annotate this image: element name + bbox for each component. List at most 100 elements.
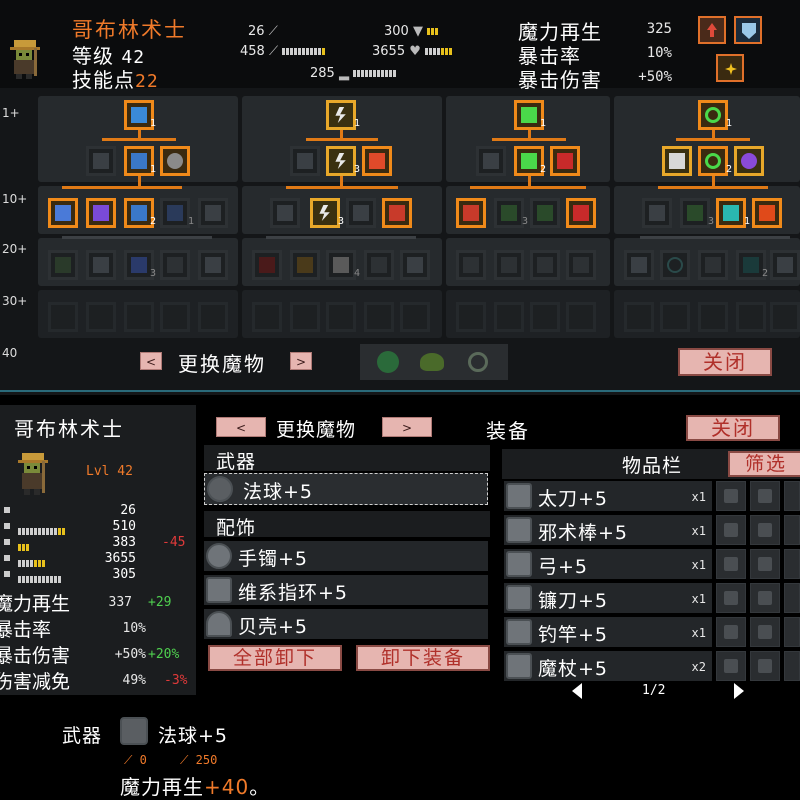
skill-g1-r4c1[interactable] [48,302,78,332]
accessory-slot-2[interactable]: 维系指环+5 [204,575,488,605]
skill-g1-r2c4[interactable] [160,198,190,228]
skill-g2-r4c1[interactable] [252,302,282,332]
inventory-grid-cell[interactable] [784,549,800,579]
skill-g3-r2c4[interactable] [566,198,596,228]
skill-g2-r1c2[interactable] [326,146,356,176]
buff-shield-icon[interactable] [734,16,762,44]
next-monster-button[interactable]: > [290,352,312,370]
inventory-grid-cell[interactable] [750,651,780,681]
skill-g3-r4c4[interactable] [566,302,596,332]
inventory-grid-cell[interactable] [716,583,746,613]
unequip-button[interactable]: 卸下装备 [356,645,490,671]
skill-g4-r2c3[interactable] [716,198,746,228]
inventory-grid-cell[interactable] [716,651,746,681]
skill-g4-r3c3[interactable] [698,250,728,280]
inventory-grid-cell[interactable] [716,617,746,647]
inventory-grid-cell[interactable] [750,515,780,545]
skill-g2-r2c3[interactable] [346,198,376,228]
inventory-grid-cell[interactable] [750,481,780,511]
skill-g4-top[interactable] [698,100,728,130]
inventory-grid-cell[interactable] [750,549,780,579]
skill-g1-r3c1[interactable] [48,250,78,280]
prev-monster-button[interactable]: < [140,352,162,370]
skill-g1-r4c3[interactable] [124,302,154,332]
skill-g1-r4c2[interactable] [86,302,116,332]
skill-g1-r2c2[interactable] [86,198,116,228]
skill-g3-r4c1[interactable] [456,302,486,332]
skill-g4-r4c5[interactable] [770,302,800,332]
skill-g4-r2c1[interactable] [642,198,672,228]
skill-g2-r2c2[interactable] [310,198,340,228]
inventory-grid-cell[interactable] [716,481,746,511]
skill-g4-r4c3[interactable] [698,302,728,332]
skill-g4-r3c2[interactable] [660,250,690,280]
skill-g3-r1c1[interactable] [476,146,506,176]
skill-g3-r2c2[interactable] [494,198,524,228]
skill-g1-r3c4[interactable] [160,250,190,280]
equipped-weapon-slot[interactable]: 法球+5 [204,473,488,505]
skill-g3-r2c3[interactable] [530,198,560,228]
skill-g4-r3c1[interactable] [624,250,654,280]
monster-slot-3[interactable] [464,348,492,376]
inventory-item-1[interactable]: 太刀+5 x1 [504,481,712,511]
skill-g2-r3c2[interactable] [290,250,320,280]
filter-button[interactable]: 筛选 [728,451,800,477]
skill-g4-r1c1[interactable] [662,146,692,176]
monster-slot-1[interactable] [374,348,402,376]
skill-g1-r1c3[interactable] [160,146,190,176]
skill-g2-top[interactable] [326,100,356,130]
skill-g4-r3c5[interactable] [770,250,800,280]
skill-g2-r4c4[interactable] [364,302,394,332]
skill-g4-r2c4[interactable] [752,198,782,228]
skill-g3-r4c3[interactable] [530,302,560,332]
skill-g2-r1c3[interactable] [362,146,392,176]
close-equipment-button[interactable]: 关闭 [686,415,780,441]
skill-g1-r3c2[interactable] [86,250,116,280]
skill-g2-r3c4[interactable] [364,250,394,280]
skill-g4-r1c2[interactable] [698,146,728,176]
page-prev-arrow[interactable] [572,683,582,699]
skill-g1-r1c1[interactable] [86,146,116,176]
skill-g3-r1c3[interactable] [550,146,580,176]
page-next-arrow[interactable] [734,683,744,699]
inventory-grid-cell[interactable] [716,549,746,579]
inventory-item-3[interactable]: 弓+5 x1 [504,549,712,579]
inventory-item-4[interactable]: 镰刀+5 x1 [504,583,712,613]
accessory-slot-1[interactable]: 手镯+5 [204,541,488,571]
skill-g3-r4c2[interactable] [494,302,524,332]
accessory-slot-3[interactable]: 贝壳+5 [204,609,488,639]
skill-g4-r4c1[interactable] [624,302,654,332]
inventory-item-2[interactable]: 邪术棒+5 x1 [504,515,712,545]
skill-g4-r2c2[interactable] [680,198,710,228]
skill-g2-r1c1[interactable] [290,146,320,176]
skill-g1-r4c4[interactable] [160,302,190,332]
monster-slot-2[interactable] [418,348,446,376]
skill-g2-r4c2[interactable] [290,302,320,332]
skill-g2-r3c3[interactable] [326,250,356,280]
inventory-grid-cell[interactable] [784,515,800,545]
skill-g3-r3c1[interactable] [456,250,486,280]
skill-g2-r2c1[interactable] [270,198,300,228]
inventory-grid-cell[interactable] [784,583,800,613]
inventory-item-5[interactable]: 钓竿+5 x1 [504,617,712,647]
inventory-grid-cell[interactable] [716,515,746,545]
skill-g1-r2c5[interactable] [198,198,228,228]
skill-g1-r3c5[interactable] [198,250,228,280]
bottom-prev-monster-button[interactable]: < [216,417,266,437]
skill-g3-r3c3[interactable] [530,250,560,280]
inventory-grid-cell[interactable] [750,617,780,647]
skill-g3-r2c1[interactable] [456,198,486,228]
skill-g2-r3c1[interactable] [252,250,282,280]
skill-g2-r2c4[interactable] [382,198,412,228]
buff-spark-icon[interactable] [716,54,744,82]
buff-up-icon[interactable] [698,16,726,44]
skill-g4-r1c3[interactable] [734,146,764,176]
inventory-grid-cell[interactable] [750,583,780,613]
close-skill-tree-button[interactable]: 关闭 [678,348,772,376]
skill-g3-r3c4[interactable] [566,250,596,280]
skill-g2-r4c3[interactable] [326,302,356,332]
skill-g2-r3c5[interactable] [400,250,430,280]
skill-g3-r3c2[interactable] [494,250,524,280]
unequip-all-button[interactable]: 全部卸下 [208,645,342,671]
skill-g1-r4c5[interactable] [198,302,228,332]
